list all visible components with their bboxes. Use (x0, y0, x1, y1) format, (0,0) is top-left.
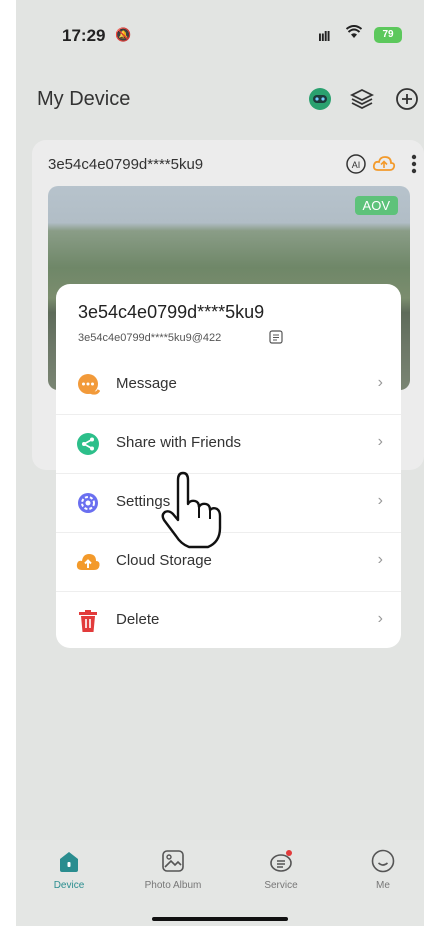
share-icon (76, 432, 100, 456)
ai-icon[interactable]: AI (344, 152, 368, 176)
copy-icon[interactable] (269, 330, 283, 344)
signal-icon: ııll (318, 28, 331, 44)
pointer-hand-icon (156, 470, 228, 550)
popup-device-name: 3e54c4e0799d****5ku9 (78, 302, 265, 322)
menu-item-message[interactable]: Message › (56, 356, 401, 414)
tab-me[interactable]: Me (338, 848, 424, 891)
menu-item-label: Cloud Storage (116, 552, 212, 569)
device-id-label: 3e54c4e0799d****5ku9 (48, 156, 204, 173)
tab-photo-album[interactable]: Photo Album (128, 848, 218, 891)
tab-label: Photo Album (144, 880, 202, 891)
profile-icon (370, 848, 396, 874)
menu-item-label: Delete (116, 611, 160, 628)
tab-label: Me (376, 880, 390, 891)
photo-album-icon (160, 848, 186, 874)
more-options-icon[interactable] (402, 152, 424, 176)
home-indicator (152, 917, 288, 921)
menu-item-delete[interactable]: Delete › (56, 591, 401, 650)
menu-item-settings[interactable]: Settings › (56, 473, 401, 532)
silent-bell-icon: 🔕 (115, 27, 132, 42)
bottom-tab-bar: Device Photo Album Service Me (16, 840, 424, 926)
aov-badge: AOV (354, 196, 398, 215)
popup-menu: Message › Share with Friends › Settings … (56, 356, 401, 650)
menu-item-label: Share with Friends (116, 434, 242, 451)
tab-label: Service (264, 880, 298, 891)
menu-item-share[interactable]: Share with Friends › (56, 414, 401, 473)
menu-item-cloud-storage[interactable]: Cloud Storage › (56, 532, 401, 591)
robot-assistant-icon[interactable] (307, 86, 333, 112)
home-icon (56, 848, 82, 874)
chevron-right-icon: › (377, 492, 383, 509)
status-bar: 17:29 🔕 ııll 79 (16, 0, 424, 70)
chevron-right-icon: › (377, 610, 383, 627)
svg-text:AI: AI (352, 160, 361, 170)
popup-device-account: 3e54c4e0799d****5ku9@422 (78, 332, 222, 344)
chevron-right-icon: › (377, 551, 383, 568)
cloud-storage-icon (76, 550, 100, 574)
menu-item-label: Message (116, 375, 177, 392)
settings-icon (76, 491, 100, 515)
page-title: My Device (37, 88, 131, 110)
tab-label: Device (53, 880, 85, 891)
phone-screen: 17:29 🔕 ııll 79 My Device 3e54c4e0799d**… (16, 0, 424, 926)
tab-device[interactable]: Device (24, 848, 114, 891)
chevron-right-icon: › (377, 433, 383, 450)
wifi-icon (345, 25, 363, 43)
layers-icon[interactable] (349, 86, 375, 112)
device-actions-popup: 3e54c4e0799d****5ku9 3e54c4e0799d****5ku… (56, 284, 401, 648)
battery-badge: 79 (374, 27, 402, 43)
status-time: 17:29 (62, 26, 106, 45)
add-device-icon[interactable] (394, 86, 420, 112)
cloud-upload-icon[interactable] (372, 152, 396, 176)
tab-service[interactable]: Service (236, 848, 326, 891)
service-icon (268, 848, 294, 874)
message-icon (76, 373, 101, 397)
trash-icon (76, 609, 100, 633)
chevron-right-icon: › (377, 374, 383, 391)
